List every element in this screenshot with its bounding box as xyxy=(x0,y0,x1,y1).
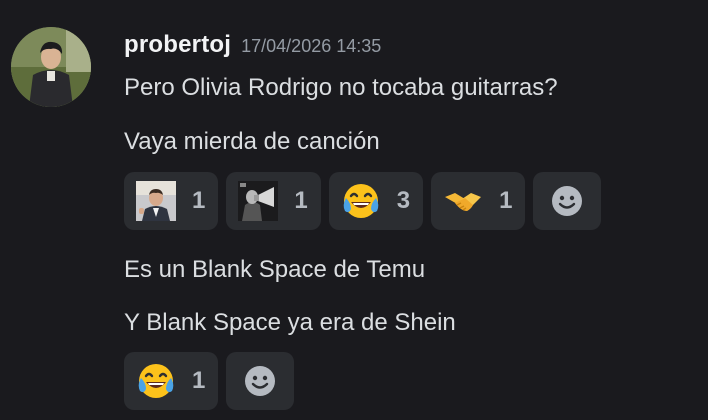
reaction-count: 3 xyxy=(396,187,411,214)
username[interactable]: probertoj xyxy=(124,31,231,58)
reaction-count: 1 xyxy=(192,367,206,394)
message-text: Y Blank Space ya era de Shein xyxy=(124,309,456,336)
handshake-emoji-icon xyxy=(443,181,483,221)
reaction-joy[interactable]: 3 xyxy=(328,172,424,230)
megaphone-photo-emoji-icon xyxy=(238,181,279,221)
joy-emoji-icon xyxy=(136,361,176,401)
reaction-joy[interactable]: 1 xyxy=(124,352,219,410)
message-timestamp: 17/04/2026 14:35 xyxy=(241,36,382,56)
joy-emoji-icon xyxy=(341,181,381,221)
add-reaction-button[interactable] xyxy=(533,172,602,230)
message-text: Pero Olivia Rodrigo no tocaba guitarras? xyxy=(124,74,558,101)
message-text: Es un Blank Space de Temu xyxy=(124,256,426,283)
add-reaction-smiley-icon xyxy=(547,181,587,221)
add-reaction-button[interactable] xyxy=(226,352,295,410)
reaction-handshake[interactable]: 1 xyxy=(431,172,526,230)
reaction-megaphone-photo[interactable]: 1 xyxy=(226,172,321,230)
reaction-count: 1 xyxy=(294,187,308,214)
man-in-suit-emoji-icon xyxy=(136,181,176,221)
reaction-count: 1 xyxy=(192,187,206,214)
message-header: probertoj 17/04/2026 14:35 xyxy=(124,31,381,59)
reaction-count: 1 xyxy=(499,187,513,214)
reaction-man-in-suit[interactable]: 1 xyxy=(124,172,219,230)
user-avatar[interactable] xyxy=(11,27,91,107)
add-reaction-smiley-icon xyxy=(240,361,280,401)
reaction-bar: 1 1 3 1 xyxy=(124,172,602,230)
message-text: Vaya mierda de canción xyxy=(124,128,380,155)
reaction-bar: 1 xyxy=(124,352,295,410)
